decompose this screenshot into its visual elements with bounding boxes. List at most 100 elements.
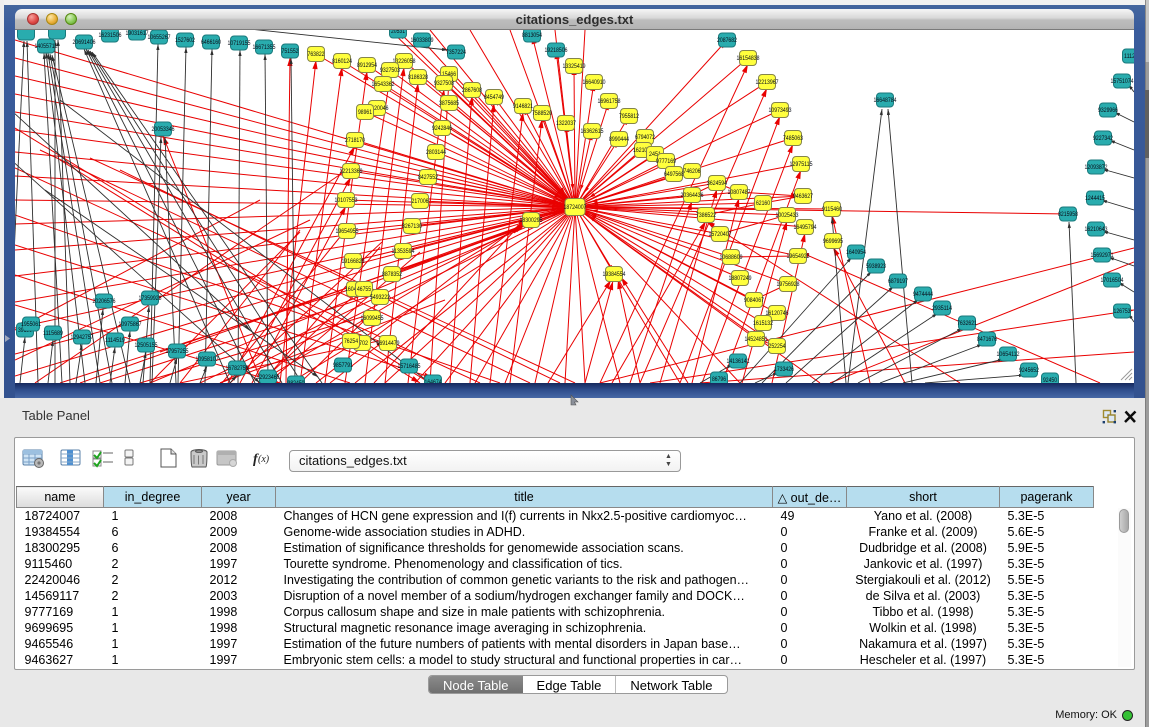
svg-text:10807487: 10807487 xyxy=(728,190,752,196)
svg-text:19384554: 19384554 xyxy=(603,272,627,278)
svg-text:1322037: 1322037 xyxy=(556,121,577,127)
svg-text:19756928: 19756928 xyxy=(777,282,801,288)
svg-text:12942757: 12942757 xyxy=(71,335,95,341)
svg-text:76254: 76254 xyxy=(344,339,359,345)
svg-text:20531: 20531 xyxy=(391,30,406,35)
svg-text:20691406: 20691406 xyxy=(73,40,97,46)
svg-text:3624594: 3624594 xyxy=(707,181,728,187)
svg-text:16782759: 16782759 xyxy=(226,366,250,372)
svg-text:9245652: 9245652 xyxy=(1019,368,1040,374)
svg-text:7357224: 7357224 xyxy=(446,50,467,56)
svg-text:46755: 46755 xyxy=(357,287,372,293)
svg-text:9084067: 9084067 xyxy=(744,298,765,304)
svg-text:126753: 126753 xyxy=(1114,309,1132,315)
svg-text:12213967: 12213967 xyxy=(756,80,780,86)
svg-text:3875685: 3875685 xyxy=(439,101,460,107)
svg-text:9329966: 9329966 xyxy=(1098,108,1119,114)
svg-text:15751074: 15751074 xyxy=(1111,79,1135,85)
svg-text:1615132: 1615132 xyxy=(753,321,774,327)
svg-text:6497568: 6497568 xyxy=(664,172,685,178)
svg-text:10958107: 10958107 xyxy=(196,357,220,363)
svg-text:17359928: 17359928 xyxy=(139,296,163,302)
svg-text:9227342: 9227342 xyxy=(1093,136,1114,142)
svg-text:10025433: 10025433 xyxy=(776,213,800,219)
svg-text:6794072: 6794072 xyxy=(635,135,656,141)
svg-text:9327508: 9327508 xyxy=(434,81,455,87)
svg-text:18807249: 18807249 xyxy=(729,276,753,282)
svg-text:16543362: 16543362 xyxy=(372,82,396,88)
svg-text:14055712: 14055712 xyxy=(35,44,59,50)
svg-text:7955812: 7955812 xyxy=(619,114,640,120)
svg-text:5493222: 5493222 xyxy=(370,295,391,301)
svg-text:12093872: 12093872 xyxy=(1085,165,1109,171)
svg-text:5938923: 5938923 xyxy=(866,264,887,270)
svg-text:252254: 252254 xyxy=(769,344,787,350)
svg-text:1733426: 1733426 xyxy=(774,367,795,373)
svg-text:2087682: 2087682 xyxy=(717,38,738,44)
svg-text:16099455: 16099455 xyxy=(361,316,385,322)
svg-text:8186328: 8186328 xyxy=(408,75,429,81)
svg-text:19031617: 19031617 xyxy=(126,31,150,37)
svg-text:12975115: 12975115 xyxy=(790,162,814,168)
svg-text:8215958: 8215958 xyxy=(1058,212,1079,218)
svg-text:16210643: 16210643 xyxy=(1085,227,1109,233)
svg-text:19218506: 19218506 xyxy=(545,48,569,54)
svg-text:8267130: 8267130 xyxy=(402,224,423,230)
svg-text:1527602: 1527602 xyxy=(175,38,196,44)
svg-text:751552: 751552 xyxy=(282,49,300,55)
svg-text:9857791: 9857791 xyxy=(333,363,354,369)
svg-text:7386522: 7386522 xyxy=(696,213,717,219)
svg-text:7485063: 7485063 xyxy=(783,136,804,142)
svg-text:13325419: 13325419 xyxy=(563,64,587,70)
svg-text:8990444: 8990444 xyxy=(609,137,630,143)
svg-text:10655267: 10655267 xyxy=(148,35,172,41)
svg-text:217006: 217006 xyxy=(412,199,430,205)
svg-text:15716485: 15716485 xyxy=(398,364,422,370)
svg-text:1244415: 1244415 xyxy=(1085,196,1106,202)
svg-text:8878352: 8878352 xyxy=(382,272,403,278)
svg-text:16640910: 16640910 xyxy=(583,80,607,86)
svg-text:16495794: 16495794 xyxy=(794,225,818,231)
svg-text:1955061: 1955061 xyxy=(21,322,42,328)
svg-text:9777169: 9777169 xyxy=(656,159,677,165)
svg-text:17957255: 17957255 xyxy=(166,349,190,355)
svg-text:17016504: 17016504 xyxy=(1101,278,1125,284)
svg-text:19654955: 19654955 xyxy=(336,229,360,235)
svg-text:16154838: 16154838 xyxy=(737,56,761,62)
svg-text:18724007: 18724007 xyxy=(564,205,588,211)
svg-text:2867608: 2867608 xyxy=(462,88,483,94)
svg-text:98961: 98961 xyxy=(358,110,373,116)
svg-text:19166829: 19166829 xyxy=(342,259,366,265)
svg-text:16671355: 16671355 xyxy=(253,45,277,51)
svg-text:8813054: 8813054 xyxy=(522,33,543,39)
svg-text:8160124: 8160124 xyxy=(332,59,353,65)
svg-text:16961758: 16961758 xyxy=(598,99,622,105)
svg-text:19654923: 19654923 xyxy=(787,254,811,260)
svg-text:10973493: 10973493 xyxy=(769,108,793,114)
svg-text:15692971: 15692971 xyxy=(1091,253,1115,259)
svg-text:10688609: 10688609 xyxy=(720,255,744,261)
svg-text:9474444: 9474444 xyxy=(913,292,934,298)
svg-text:2803144: 2803144 xyxy=(426,150,447,156)
svg-text:2935114: 2935114 xyxy=(932,306,953,312)
svg-text:14524851: 14524851 xyxy=(745,337,769,343)
svg-text:11123: 11123 xyxy=(1124,54,1134,60)
svg-text:8471676: 8471676 xyxy=(977,337,998,343)
svg-text:9327503: 9327503 xyxy=(380,68,401,74)
svg-text:9242846: 9242846 xyxy=(432,126,453,132)
svg-text:8454749: 8454749 xyxy=(484,95,505,101)
svg-text:763822: 763822 xyxy=(308,52,326,58)
svg-text:9146821: 9146821 xyxy=(513,104,534,110)
svg-text:1114519: 1114519 xyxy=(105,338,126,344)
svg-text:746206: 746206 xyxy=(684,169,702,175)
svg-text:14136141: 14136141 xyxy=(727,359,751,365)
svg-text:6879197: 6879197 xyxy=(888,279,909,285)
svg-text:2718170: 2718170 xyxy=(345,138,366,144)
svg-text:10719155: 10719155 xyxy=(228,41,252,47)
svg-text:12213369: 12213369 xyxy=(340,169,364,175)
svg-text:12923468: 12923468 xyxy=(257,375,281,381)
svg-text:18300295: 18300295 xyxy=(520,218,544,224)
svg-text:16914479: 16914479 xyxy=(377,341,401,347)
svg-text:20206576: 20206576 xyxy=(93,299,117,305)
svg-text:8427552: 8427552 xyxy=(418,175,439,181)
